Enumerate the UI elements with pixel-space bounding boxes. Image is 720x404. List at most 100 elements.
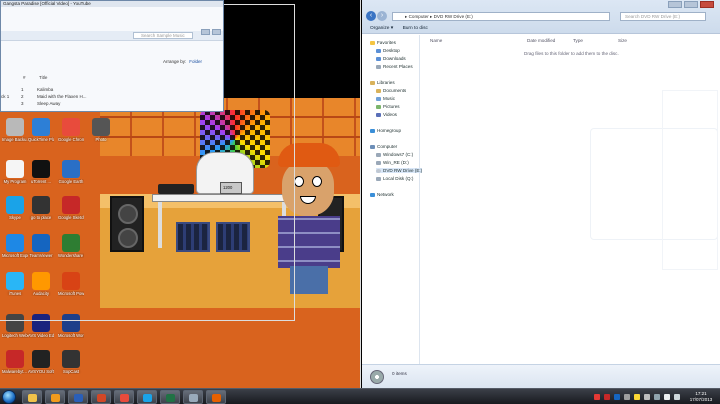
desktop-shortcut[interactable]: Image Backu... (2, 118, 28, 142)
taskbar-media-player-button[interactable] (45, 390, 65, 404)
desktop-shortcut[interactable]: Audacity (28, 272, 54, 296)
tray-app-icon[interactable] (604, 394, 610, 400)
taskbar-firefox-button[interactable] (206, 390, 226, 404)
dvd-explorer-window[interactable]: ‹ › ▸ Computer ▸ DVD RW Drive (E:) Searc… (362, 0, 720, 388)
desktop-shortcut[interactable]: Malwarebyt... Anti-Malware (2, 350, 28, 374)
back-arrow-icon[interactable]: ‹ (366, 11, 376, 21)
nav-computer[interactable]: Computer (370, 144, 397, 149)
shortcut-label: Google Earth (58, 179, 84, 184)
app-icon (62, 350, 80, 368)
column-header-type[interactable]: Type (573, 38, 583, 43)
desktop-shortcut[interactable]: go to place (28, 196, 54, 220)
navigation-pane: Favorites Desktop Downloads Recent Place… (362, 35, 423, 365)
network-status-icon[interactable] (654, 394, 660, 400)
desktop-shortcut[interactable]: My Program (2, 160, 28, 184)
column-header-number[interactable]: # (23, 75, 26, 80)
column-header-size[interactable]: Size (618, 38, 627, 43)
desktop-shortcut[interactable]: Google Earth (58, 160, 84, 184)
taskbar-excel-button[interactable] (160, 390, 180, 404)
tray-app-icon[interactable] (594, 394, 600, 400)
taskbar-powerpoint-button[interactable] (91, 390, 111, 404)
arrange-by[interactable]: Arrange by: Folder (163, 59, 202, 64)
desktop-shortcut[interactable]: Google SketchUp 8 (58, 196, 84, 220)
column-header-title[interactable]: Title (39, 75, 47, 80)
nav-desktop[interactable]: Desktop (376, 48, 400, 53)
clock[interactable]: 17:21 17/07/2013 (686, 391, 716, 402)
views-button[interactable] (201, 29, 210, 35)
excel-icon (166, 394, 175, 402)
nav-music[interactable]: Music (376, 96, 395, 101)
nav-recent-places[interactable]: Recent Places (376, 64, 413, 69)
desktop-shortcut[interactable]: QuickTime Player (28, 118, 54, 142)
organize-button[interactable]: Organize ▾ (370, 24, 393, 34)
desktop-shortcut[interactable]: TeamViewer (28, 234, 54, 258)
tray-app-icon[interactable] (634, 394, 640, 400)
nav-libraries[interactable]: Libraries (370, 80, 395, 85)
arrange-value[interactable]: Folder (189, 59, 202, 64)
tray-app-icon[interactable] (614, 394, 620, 400)
search-input[interactable]: Search Sample Music (133, 32, 193, 39)
desktop-shortcut[interactable]: SopCast (58, 350, 84, 374)
desktop-shortcut[interactable]: Microsoft Expression E... (2, 234, 28, 258)
taskbar-explorer-button[interactable] (22, 390, 42, 404)
desktop-shortcut[interactable]: Microsoft Word 2010 (58, 314, 84, 338)
nav-drive-q[interactable]: Local Disk (Q:) (376, 176, 413, 181)
nav-label: Pictures (383, 104, 400, 109)
nav-videos[interactable]: Videos (376, 112, 397, 117)
tray-app-icon[interactable] (644, 394, 650, 400)
volume-icon[interactable] (664, 394, 670, 400)
search-input[interactable]: Search DVD RW Drive (E:) (620, 12, 706, 21)
start-button[interactable] (2, 390, 16, 404)
dvd-icon (376, 168, 381, 173)
track-row[interactable]: 3 Sleep Away (21, 101, 60, 106)
record-crate (176, 222, 210, 252)
desktop-shortcut[interactable]: Logitech Webca... (2, 314, 28, 338)
nav-downloads[interactable]: Downloads (376, 56, 406, 61)
desktop-shortcut[interactable]: iTunes (2, 272, 28, 296)
flag-icon[interactable] (674, 394, 680, 400)
word-icon (74, 394, 83, 402)
maximize-button[interactable] (684, 1, 698, 8)
nav-favorites[interactable]: Favorites (370, 40, 396, 45)
column-header-name[interactable]: Name (430, 38, 442, 43)
explorer-icon (28, 394, 37, 402)
nav-drive-c[interactable]: Windows7 (C:) (376, 152, 413, 157)
taskbar-skype-button[interactable] (137, 390, 157, 404)
side-fragment: ck 1 (1, 94, 10, 99)
nav-documents[interactable]: Documents (376, 88, 406, 93)
track-row[interactable]: 1 Kalimba (21, 87, 53, 92)
taskbar-word-button[interactable] (68, 390, 88, 404)
close-button[interactable] (700, 1, 714, 8)
burn-to-disc-button[interactable]: Burn to disc (403, 24, 428, 34)
desktop-shortcut[interactable]: AVS Video Editor (28, 314, 54, 338)
forward-arrow-icon[interactable]: › (377, 11, 387, 21)
track-row[interactable]: 2 Maid with the Flaxen H... (21, 94, 87, 99)
shortcut-label: Google SketchUp 8 (58, 215, 84, 220)
column-header-date[interactable]: Date modified (527, 38, 555, 43)
nav-drive-e[interactable]: DVD RW Drive (E:) (376, 168, 423, 173)
app-icon (92, 118, 110, 136)
taskbar-notepad-button[interactable] (183, 390, 203, 404)
nav-homegroup[interactable]: Homegroup (370, 128, 401, 133)
shortcut-label: AVS Video Editor (28, 333, 54, 338)
desktop-shortcut[interactable]: Microsoft PowerPoi... (58, 272, 84, 296)
address-bar[interactable]: ▸ Computer ▸ DVD RW Drive (E:) (392, 12, 610, 21)
preview-pane-button[interactable] (212, 29, 221, 35)
desktop-shortcut[interactable]: Wondershare Player (58, 234, 84, 258)
taskbar-chrome-button[interactable] (114, 390, 134, 404)
desktop-shortcut[interactable]: Photo (88, 118, 114, 142)
app-icon (32, 272, 50, 290)
nav-network[interactable]: Network (370, 192, 394, 197)
nav-pictures[interactable]: Pictures (376, 104, 400, 109)
nav-drive-d[interactable]: Win_RE (D:) (376, 160, 409, 165)
tray-app-icon[interactable] (624, 394, 630, 400)
music-explorer-window[interactable]: Gangsta Paradise [Official Video] - YouT… (0, 0, 224, 112)
desktop-shortcut[interactable]: AVSYOU Softwar... (28, 350, 54, 374)
minimize-button[interactable] (668, 1, 682, 8)
desktop-shortcut[interactable]: Google Chrome (58, 118, 84, 142)
command-bar: Organize ▾ Burn to disc (362, 24, 720, 34)
computer-icon (370, 144, 375, 149)
desktop-shortcut[interactable]: Skype (2, 196, 28, 220)
nav-label: Favorites (377, 40, 396, 45)
desktop-shortcut[interactable]: uTorrent ... (28, 160, 54, 184)
